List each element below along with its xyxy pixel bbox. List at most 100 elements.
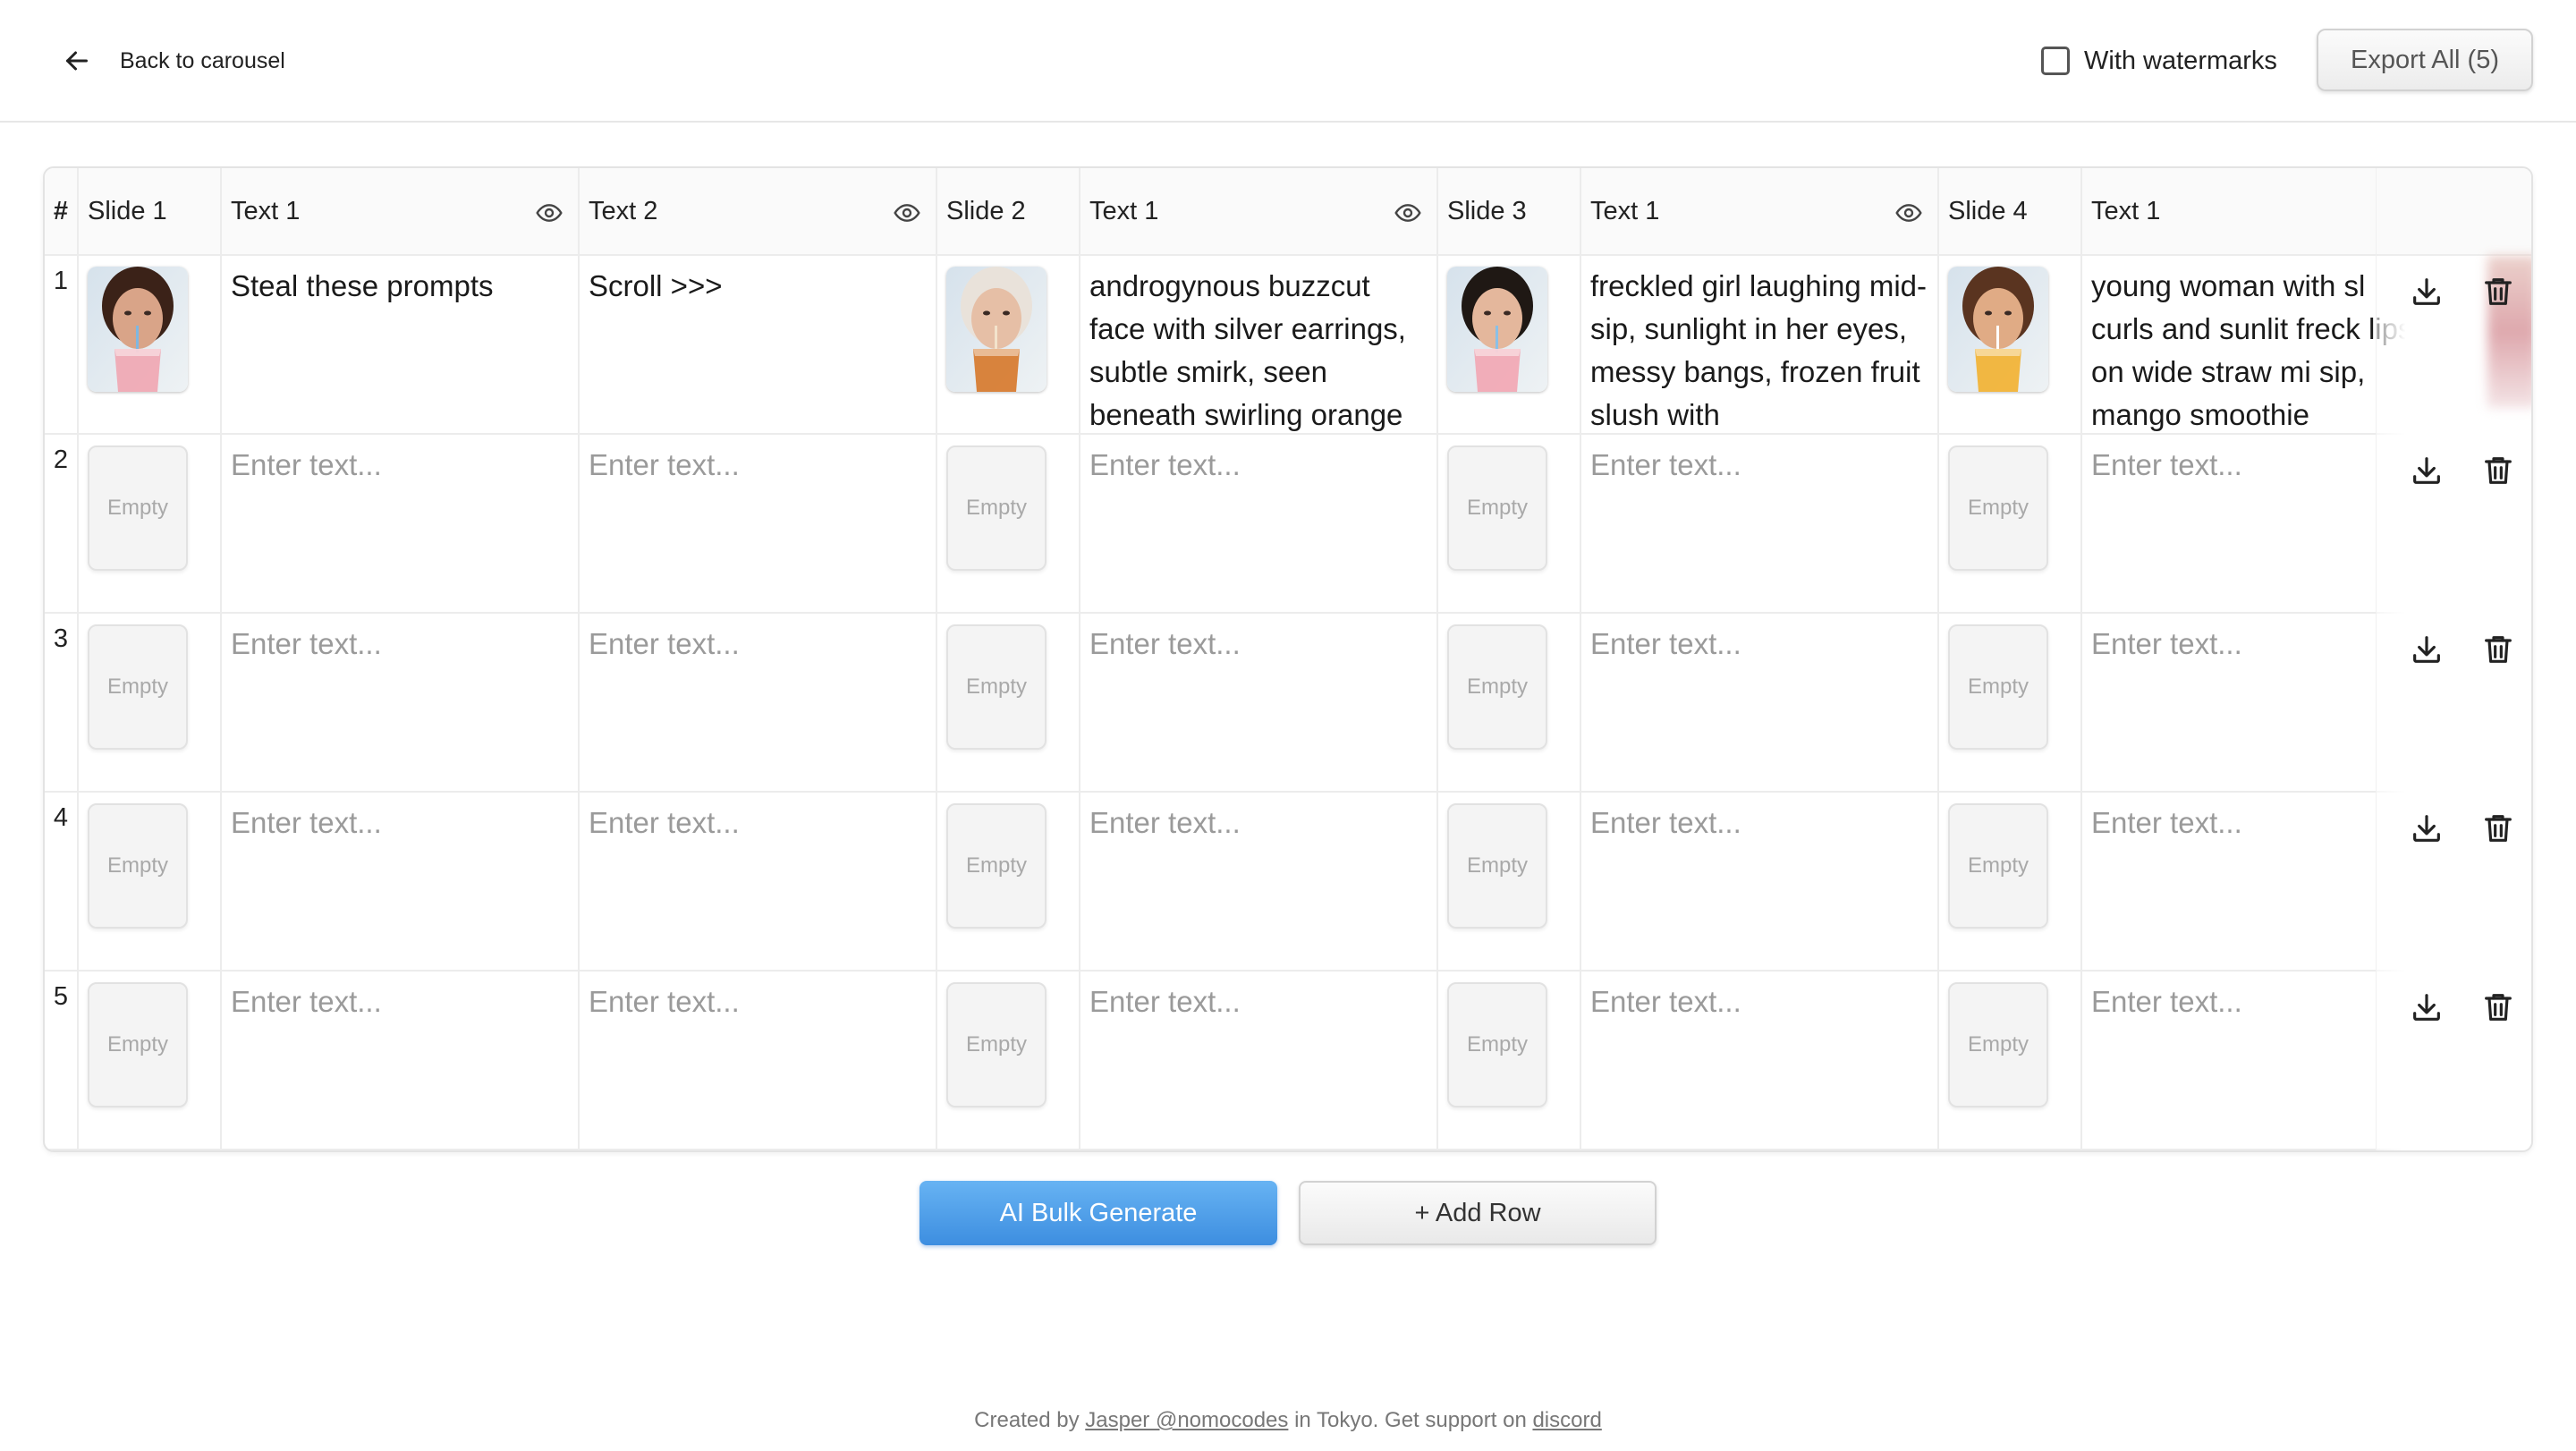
- slide-text-cell[interactable]: Enter text...: [580, 435, 937, 614]
- slide-thumbnail[interactable]: [88, 267, 188, 392]
- slide-text-placeholder: Enter text...: [231, 448, 382, 481]
- slide-text-cell[interactable]: Enter text...: [580, 793, 937, 972]
- slide-text-cell[interactable]: freckled girl laughing mid-sip, sunlight…: [1581, 256, 1939, 435]
- slide-text-cell[interactable]: Enter text...: [1581, 793, 1939, 972]
- empty-image-slot[interactable]: Empty: [946, 982, 1046, 1107]
- slide-text-placeholder: Enter text...: [589, 448, 740, 481]
- slide-text-cell[interactable]: Enter text...: [222, 614, 580, 793]
- slide-image-cell: [1939, 256, 2082, 435]
- empty-image-slot[interactable]: Empty: [1948, 803, 2048, 929]
- column-header-8: Slide 4: [1939, 168, 2082, 256]
- slide-text-cell[interactable]: Enter text...: [222, 972, 580, 1150]
- trash-icon[interactable]: [2480, 632, 2516, 667]
- slide-text-cell[interactable]: Enter text...: [580, 614, 937, 793]
- eye-icon[interactable]: [893, 199, 921, 227]
- export-all-button[interactable]: Export All (5): [2317, 29, 2533, 91]
- slide-text-cell[interactable]: Enter text...: [1581, 435, 1939, 614]
- slide-text-cell[interactable]: Enter text...: [1080, 972, 1438, 1150]
- eye-icon[interactable]: [535, 199, 564, 227]
- download-icon[interactable]: [2409, 989, 2445, 1025]
- slide-image-cell: [937, 256, 1080, 435]
- column-header-label: Text 2: [589, 196, 658, 225]
- slide-text-cell[interactable]: Enter text...: [1080, 435, 1438, 614]
- slide-image-cell: Empty: [937, 435, 1080, 614]
- slide-image-cell: Empty: [79, 614, 222, 793]
- empty-image-slot[interactable]: Empty: [1948, 445, 2048, 571]
- discord-link[interactable]: discord: [1532, 1408, 1601, 1432]
- slide-image-cell: Empty: [937, 614, 1080, 793]
- row-number: 4: [45, 793, 79, 972]
- empty-image-slot[interactable]: Empty: [1948, 982, 2048, 1107]
- empty-image-slot[interactable]: Empty: [1447, 624, 1547, 750]
- back-label: Back to carousel: [120, 47, 285, 73]
- slide-text-cell[interactable]: Enter text...: [222, 793, 580, 972]
- slide-text-cell[interactable]: Scroll >>>: [580, 256, 937, 435]
- add-row-button[interactable]: + Add Row: [1299, 1181, 1657, 1245]
- slide-text-cell[interactable]: Enter text...: [222, 435, 580, 614]
- download-icon[interactable]: [2409, 274, 2445, 310]
- slide-text-placeholder: Enter text...: [1590, 985, 1741, 1018]
- trash-icon[interactable]: [2480, 274, 2516, 310]
- slide-image-cell: Empty: [1438, 972, 1581, 1150]
- back-to-carousel-link[interactable]: Back to carousel: [61, 43, 285, 79]
- column-header-label: Slide 1: [88, 196, 167, 225]
- slide-image-cell: Empty: [79, 972, 222, 1150]
- slide-text-placeholder: Enter text...: [589, 627, 740, 660]
- slide-image-cell: Empty: [1438, 435, 1581, 614]
- empty-image-slot[interactable]: Empty: [88, 803, 188, 929]
- slide-text-cell[interactable]: Enter text...: [1581, 614, 1939, 793]
- column-header-6: Slide 3: [1438, 168, 1581, 256]
- column-header-label: Text 1: [231, 196, 301, 225]
- row-actions-column: [2376, 168, 2531, 1150]
- column-header-label: Slide 4: [1948, 196, 2028, 225]
- row-number: 1: [45, 256, 79, 435]
- slide-thumbnail[interactable]: [1447, 267, 1547, 392]
- top-bar: Back to carousel With watermarks Export …: [0, 0, 2576, 123]
- row-number: 3: [45, 614, 79, 793]
- column-header-7: Text 1: [1581, 168, 1939, 256]
- empty-image-slot[interactable]: Empty: [1447, 982, 1547, 1107]
- slide-thumbnail[interactable]: [1948, 267, 2048, 392]
- slide-text-cell[interactable]: Steal these prompts: [222, 256, 580, 435]
- ai-bulk-generate-button[interactable]: AI Bulk Generate: [919, 1181, 1277, 1245]
- slide-image-cell: [1438, 256, 1581, 435]
- trash-icon[interactable]: [2480, 810, 2516, 846]
- empty-image-slot[interactable]: Empty: [88, 982, 188, 1107]
- slide-text-cell[interactable]: Enter text...: [1080, 793, 1438, 972]
- download-icon[interactable]: [2409, 453, 2445, 488]
- slide-text-cell[interactable]: Enter text...: [580, 972, 937, 1150]
- watermark-toggle[interactable]: With watermarks: [2041, 43, 2277, 79]
- empty-image-slot[interactable]: Empty: [1447, 445, 1547, 571]
- watermark-checkbox[interactable]: [2041, 47, 2070, 75]
- eye-icon[interactable]: [1394, 199, 1422, 227]
- empty-image-slot[interactable]: Empty: [88, 624, 188, 750]
- slide-text-cell[interactable]: Enter text...: [1581, 972, 1939, 1150]
- empty-image-slot[interactable]: Empty: [946, 624, 1046, 750]
- row-actions-header: [2377, 168, 2531, 256]
- slide-text-placeholder: Enter text...: [1590, 448, 1741, 481]
- empty-image-slot[interactable]: Empty: [946, 445, 1046, 571]
- column-header-2: Text 1: [222, 168, 580, 256]
- row-number: 2: [45, 435, 79, 614]
- download-icon[interactable]: [2409, 810, 2445, 846]
- slide-text-cell[interactable]: Enter text...: [1080, 614, 1438, 793]
- empty-image-slot[interactable]: Empty: [88, 445, 188, 571]
- trash-icon[interactable]: [2480, 989, 2516, 1025]
- slide-image-cell: Empty: [1939, 793, 2082, 972]
- trash-icon[interactable]: [2480, 453, 2516, 488]
- author-link[interactable]: Jasper @nomocodes: [1085, 1408, 1288, 1432]
- empty-image-slot[interactable]: Empty: [946, 803, 1046, 929]
- slide-text: freckled girl laughing mid-sip, sunlight…: [1590, 269, 1928, 431]
- empty-image-slot[interactable]: Empty: [1447, 803, 1547, 929]
- eye-icon[interactable]: [1894, 199, 1923, 227]
- slide-thumbnail[interactable]: [946, 267, 1046, 392]
- download-icon[interactable]: [2409, 632, 2445, 667]
- empty-image-slot[interactable]: Empty: [1948, 624, 2048, 750]
- column-header-label: Slide 3: [1447, 196, 1527, 225]
- slide-text-placeholder: Enter text...: [589, 985, 740, 1018]
- slide-text-cell[interactable]: androgynous buzzcut face with silver ear…: [1080, 256, 1438, 435]
- arrow-left-icon: [66, 51, 88, 71]
- table-grid: # Slide 1 Text 1 Text 2 Slide 2 Text 1 Slide 3…: [45, 168, 2440, 1150]
- column-header-4: Slide 2: [937, 168, 1080, 256]
- column-header-1: Slide 1: [79, 168, 222, 256]
